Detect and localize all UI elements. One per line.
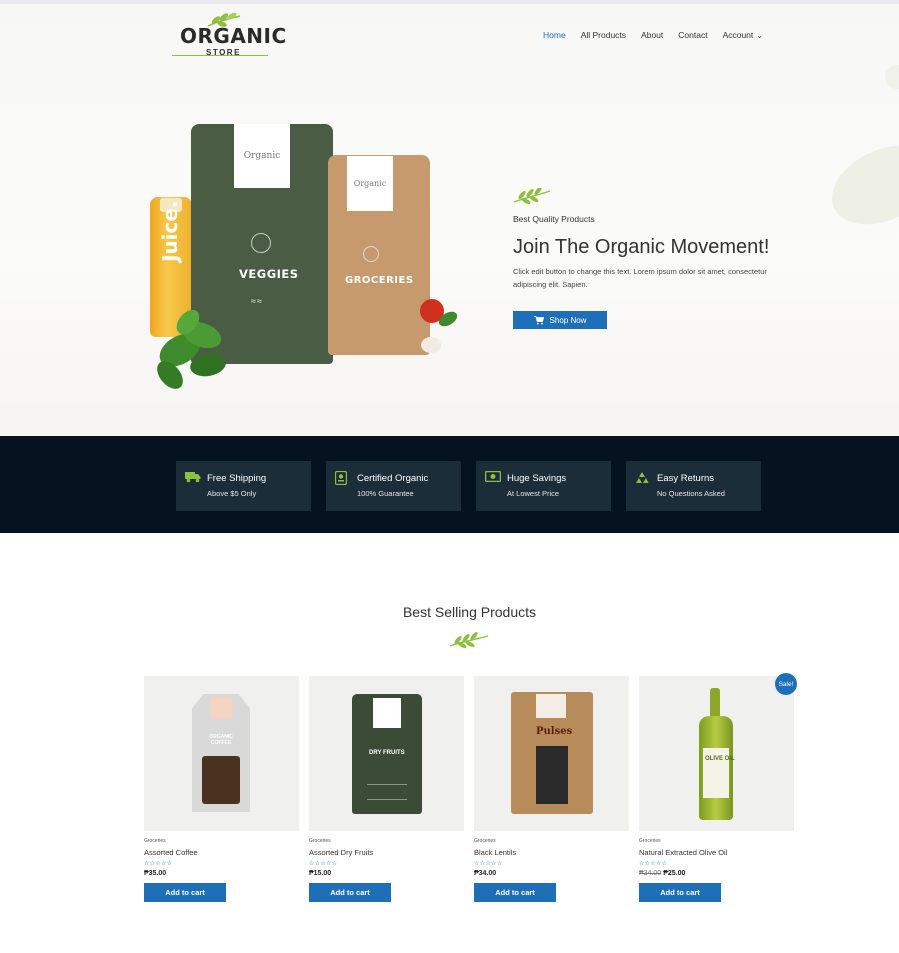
product-price: ₱34.00 ₱25.00	[639, 870, 794, 877]
dry-fruits-lines	[367, 784, 407, 800]
wave-icon: ≈≈	[251, 296, 263, 306]
lentils-label: Pulses	[536, 726, 573, 737]
olive-oil-label: OLIVE OIL	[705, 756, 735, 762]
feature-subtitle: At Lowest Price	[507, 489, 560, 498]
recycle-icon	[636, 472, 649, 483]
product-image[interactable]: OLIVE OIL	[639, 676, 794, 831]
coffee-box-tag	[210, 697, 232, 719]
truck-icon	[185, 472, 201, 483]
product-name[interactable]: Assorted Coffee	[144, 848, 299, 857]
feature-title: Easy Returns	[657, 473, 715, 484]
rating-stars: ☆☆☆☆☆	[474, 861, 503, 867]
lentils-window	[536, 746, 568, 804]
product-image[interactable]: ORGANIC COFFEE	[144, 676, 299, 831]
product-name[interactable]: Black Lentils	[474, 848, 629, 857]
product-category[interactable]: Groceries	[474, 838, 629, 844]
feature-certified-organic: Certified Organic 100% Guarantee	[326, 461, 461, 511]
add-to-cart-button[interactable]: Add to cart	[144, 883, 226, 902]
coffee-box-label: ORGANIC COFFEE	[209, 734, 233, 746]
hero-description: Click edit button to change this text. L…	[513, 267, 767, 289]
hero-headline: Join The Organic Movement!	[513, 236, 770, 258]
money-icon	[485, 471, 501, 482]
product-card: ORGANIC COFFEE Groceries Assorted Coffee…	[144, 676, 299, 902]
feature-subtitle: No Questions Asked	[657, 489, 725, 498]
nav-item-account[interactable]: Account ⌄	[723, 30, 763, 40]
rating-stars: ☆☆☆☆☆	[639, 861, 668, 867]
rating-stars: ☆☆☆☆☆	[144, 861, 173, 867]
hero-content: Best Quality Products Join The Organic M…	[513, 188, 813, 291]
product-price: ₱34.00	[474, 870, 629, 877]
product-card: Pulses Groceries Black Lentils ☆☆☆☆☆ ₱34…	[474, 676, 629, 902]
veggies-bag-tag: Organic	[234, 124, 290, 188]
sprig-icon	[513, 188, 551, 204]
tomato-garlic-icon	[420, 299, 458, 353]
feature-title: Certified Organic	[357, 473, 429, 484]
lentils-tag	[536, 694, 566, 718]
certificate-icon	[335, 471, 347, 485]
product-category[interactable]: Groceries	[639, 838, 794, 844]
feature-free-shipping: Free Shipping Above $5 Only	[176, 461, 311, 511]
shop-now-button[interactable]: Shop Now	[513, 311, 607, 329]
cart-icon	[533, 315, 544, 324]
coffee-beans-window	[202, 756, 240, 804]
hero-eyebrow: Best Quality Products	[513, 214, 595, 224]
chevron-down-icon: ⌄	[756, 31, 763, 40]
product-category[interactable]: Groceries	[144, 838, 299, 844]
decorative-leaf-shape	[819, 130, 899, 240]
groceries-emblem-icon	[363, 246, 379, 262]
nav-item-account-label: Account	[722, 30, 754, 40]
current-price: ₱15.00	[309, 870, 332, 877]
hero-section: ORGANIC STORE Home All Products About Co…	[0, 0, 899, 436]
feature-huge-savings: Huge Savings At Lowest Price	[476, 461, 611, 511]
add-to-cart-button[interactable]: Add to cart	[639, 883, 721, 902]
current-price: ₱34.00	[474, 870, 497, 877]
hero-product-image: Juice. Organic VEGGIES ≈≈ Organic GROCER…	[0, 0, 480, 436]
product-price: ₱35.00	[144, 870, 299, 877]
product-image[interactable]: DRY FRUITS	[309, 676, 464, 831]
feature-title: Free Shipping	[207, 473, 267, 484]
dry-fruits-label: DRY FRUITS	[369, 750, 405, 756]
rating-stars: ☆☆☆☆☆	[309, 861, 338, 867]
nav-item-all-products[interactable]: All Products	[581, 30, 626, 40]
groceries-bag-tag: Organic	[347, 156, 393, 211]
product-card: OLIVE OIL Groceries Natural Extracted Ol…	[639, 676, 794, 902]
nav-item-about[interactable]: About	[641, 30, 663, 40]
feature-subtitle: Above $5 Only	[207, 489, 257, 498]
decorative-dot	[885, 65, 899, 89]
nav-item-contact[interactable]: Contact	[678, 30, 707, 40]
product-image[interactable]: Pulses	[474, 676, 629, 831]
feature-title: Huge Savings	[507, 473, 567, 484]
add-to-cart-button[interactable]: Add to cart	[474, 883, 556, 902]
current-price: ₱35.00	[144, 870, 167, 877]
juice-bottle-text: Juice.	[158, 200, 182, 262]
basil-leaves-icon	[157, 309, 226, 389]
groceries-bag-label: GROCERIES	[345, 275, 414, 286]
veggies-bag-label: VEGGIES	[239, 267, 299, 281]
old-price: ₱34.00	[639, 870, 662, 877]
product-price: ₱15.00	[309, 870, 464, 877]
shop-now-label: Shop Now	[549, 315, 587, 325]
sale-badge: Sale!	[775, 673, 797, 695]
product-card: DRY FRUITS Groceries Assorted Dry Fruits…	[309, 676, 464, 902]
add-to-cart-button[interactable]: Add to cart	[309, 883, 391, 902]
dry-fruits-tag	[373, 698, 401, 728]
current-price: ₱25.00	[663, 870, 686, 877]
main-nav: Home All Products About Contact Account ⌄	[543, 30, 763, 40]
features-band: Free Shipping Above $5 Only Certified Or…	[0, 436, 899, 533]
product-category[interactable]: Groceries	[309, 838, 464, 844]
best-selling-title: Best Selling Products	[402, 604, 537, 620]
veggies-emblem-icon	[251, 233, 271, 253]
nav-item-home[interactable]: Home	[543, 30, 566, 40]
sprig-icon	[449, 632, 489, 648]
product-name[interactable]: Assorted Dry Fruits	[309, 848, 464, 857]
product-name[interactable]: Natural Extracted Olive Oil	[639, 848, 794, 857]
feature-easy-returns: Easy Returns No Questions Asked	[626, 461, 761, 511]
feature-subtitle: 100% Guarantee	[357, 489, 414, 498]
